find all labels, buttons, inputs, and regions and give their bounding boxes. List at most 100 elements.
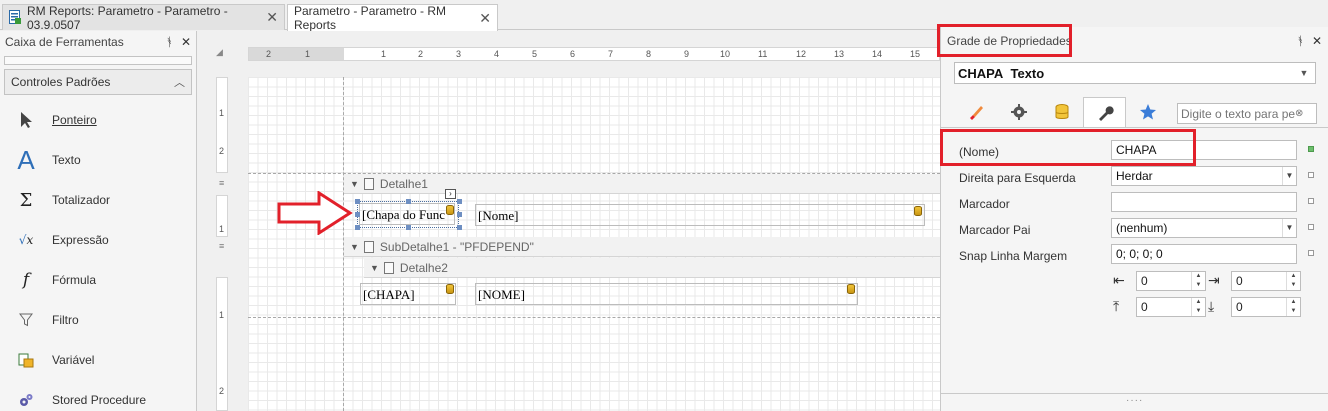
band-icon bbox=[363, 177, 374, 190]
field-nome[interactable]: [Nome] bbox=[475, 204, 925, 226]
margin-left-spinner[interactable]: 0 ▲ ▼ bbox=[1136, 271, 1206, 291]
toolbox-item-pointer[interactable]: Ponteiro bbox=[0, 100, 196, 140]
tab-favorites[interactable] bbox=[1126, 97, 1169, 127]
property-category-tabs bbox=[954, 97, 1169, 127]
database-icon bbox=[446, 284, 454, 294]
toolbox-panel: Caixa de Ferramentas ᚬ ✕ Controles Padrõ… bbox=[0, 31, 197, 411]
tab-data[interactable] bbox=[1040, 97, 1083, 127]
band-header-subdetalhe1[interactable]: ▼ SubDetalhe1 - "PFDEPEND" bbox=[344, 237, 940, 257]
property-value-input[interactable]: CHAPA bbox=[1111, 140, 1297, 160]
brush-icon bbox=[969, 106, 983, 120]
property-value-dropdown[interactable]: (nenhum) ▼ bbox=[1111, 218, 1297, 238]
object-selector[interactable]: CHAPA Texto ▼ bbox=[954, 62, 1316, 84]
spinner-arrows-icon[interactable]: ▲ ▼ bbox=[1286, 272, 1300, 290]
close-icon[interactable]: ✕ bbox=[1312, 34, 1322, 48]
funnel-icon bbox=[0, 313, 52, 327]
toolbox-item-expression[interactable]: √ x Expressão bbox=[0, 220, 196, 260]
margin-right-spinner[interactable]: 0 ▲ ▼ bbox=[1231, 271, 1301, 291]
property-row-nome[interactable]: (Nome) CHAPA bbox=[959, 140, 1328, 164]
property-row-marcador-pai[interactable]: Marcador Pai (nenhum) ▼ bbox=[959, 218, 1328, 242]
star-icon bbox=[1139, 104, 1156, 120]
property-name: Direita para Esquerda bbox=[959, 171, 1076, 185]
ruler-number: 7 bbox=[608, 49, 614, 59]
margin-left-icon: ⇤ bbox=[1113, 272, 1125, 288]
clear-search-icon[interactable]: ⊗ bbox=[1295, 108, 1303, 119]
margin-bottom-spinner[interactable]: 0 ▲ ▼ bbox=[1231, 297, 1301, 317]
collapse-triangle-icon[interactable]: ▼ bbox=[370, 263, 379, 273]
band-resize-handle[interactable]: ≡ bbox=[219, 178, 224, 188]
toolbox-item-filter[interactable]: Filtro bbox=[0, 300, 196, 340]
property-search-input[interactable] bbox=[1181, 106, 1295, 121]
collapse-triangle-icon[interactable]: ▼ bbox=[350, 242, 359, 252]
spinner-arrows-icon[interactable]: ▲ ▼ bbox=[1191, 298, 1205, 316]
report-designer-surface: ◢ 2 1 1 2 3 4 5 6 7 8 9 10 11 12 13 14 1… bbox=[198, 31, 940, 411]
splitter-grip-icon[interactable]: ···· bbox=[1126, 395, 1143, 406]
tab-appearance[interactable] bbox=[954, 97, 997, 127]
ruler-number: 2 bbox=[219, 146, 225, 156]
database-icon bbox=[1055, 104, 1068, 119]
ruler-number: 12 bbox=[796, 49, 807, 59]
close-tab-icon[interactable]: ✕ bbox=[479, 10, 491, 27]
field-nome-upper[interactable]: [NOME] bbox=[475, 283, 858, 305]
text-icon: A bbox=[17, 144, 35, 175]
property-row-marcador[interactable]: Marcador bbox=[959, 192, 1328, 216]
margin-right-icon: ⇥ bbox=[1208, 272, 1220, 288]
resize-handle[interactable] bbox=[355, 212, 360, 217]
resize-handle[interactable] bbox=[406, 225, 411, 230]
property-row-snap-linha-margem[interactable]: Snap Linha Margem 0; 0; 0; 0 bbox=[959, 244, 1328, 268]
property-grid-header: Grade de Propriedades ᚬ ✕ bbox=[941, 27, 1328, 55]
resize-handle[interactable] bbox=[355, 225, 360, 230]
band-header-detalhe1[interactable]: ▼ Detalhe1 bbox=[344, 174, 940, 194]
chevron-down-icon[interactable]: ▼ bbox=[1282, 219, 1296, 237]
pin-icon[interactable]: ᚬ bbox=[166, 35, 173, 49]
resize-handle[interactable] bbox=[406, 199, 411, 204]
toolbox-item-text[interactable]: A Texto bbox=[0, 140, 196, 180]
pin-icon[interactable]: ᚬ bbox=[1297, 34, 1304, 48]
toolbox-scroll-bar[interactable] bbox=[4, 56, 192, 65]
property-search-box[interactable]: ⊗ bbox=[1177, 103, 1317, 124]
chevron-down-icon: ▼ bbox=[1299, 68, 1309, 78]
tab-label: RM Reports: Parametro - Parametro - 03.9… bbox=[27, 3, 228, 32]
spinner-arrows-icon[interactable]: ▲ ▼ bbox=[1286, 298, 1300, 316]
toolbox-item-label: Texto bbox=[52, 153, 81, 167]
toolbox-item-variable[interactable]: Variável bbox=[0, 340, 196, 380]
toolbox-group-header[interactable]: Controles Padrões ︿ bbox=[4, 69, 192, 95]
field-chapa[interactable]: [CHAPA] bbox=[360, 283, 456, 305]
tab-behavior[interactable] bbox=[997, 97, 1040, 127]
chevron-down-icon[interactable]: ▼ bbox=[1282, 167, 1296, 185]
band-icon bbox=[363, 240, 374, 253]
property-value-dropdown[interactable]: Herdar ▼ bbox=[1111, 166, 1297, 186]
collapse-triangle-icon[interactable]: ▼ bbox=[350, 179, 359, 189]
close-icon[interactable]: ✕ bbox=[181, 35, 191, 49]
tab-parametro-rm-reports[interactable]: Parametro - Parametro - RM Reports ✕ bbox=[287, 4, 498, 32]
smart-tag-icon[interactable]: › bbox=[445, 189, 456, 199]
report-page[interactable]: ▼ Detalhe1 [Chapa do Func › [Nome] ▼ Sub… bbox=[248, 77, 940, 411]
resize-handle[interactable] bbox=[457, 199, 462, 204]
resize-handle[interactable] bbox=[457, 225, 462, 230]
property-row-direita-para-esquerda[interactable]: Direita para Esquerda Herdar ▼ bbox=[959, 166, 1328, 190]
ruler-number: 1 bbox=[219, 310, 225, 320]
property-name: Marcador bbox=[959, 197, 1010, 211]
tab-label: Parametro - Parametro - RM Reports bbox=[294, 4, 447, 32]
ruler-number: 11 bbox=[758, 49, 768, 59]
band-header-detalhe2[interactable]: ▼ Detalhe2 bbox=[364, 258, 940, 278]
band-resize-handle[interactable]: ≡ bbox=[219, 241, 224, 251]
toolbox-item-formula[interactable]: f Fórmula bbox=[0, 260, 196, 300]
margin-bottom-icon: ⤓ bbox=[1208, 298, 1215, 314]
resize-handle[interactable] bbox=[355, 199, 360, 204]
margin-top-spinner[interactable]: 0 ▲ ▼ bbox=[1136, 297, 1206, 317]
property-value-input[interactable]: 0; 0; 0; 0 bbox=[1111, 244, 1297, 264]
tab-rm-reports-parametro[interactable]: RM Reports: Parametro - Parametro - 03.9… bbox=[2, 3, 285, 32]
toolbox-item-totalizer[interactable]: Σ Totalizador bbox=[0, 180, 196, 220]
document-tab-strip: RM Reports: Parametro - Parametro - 03.9… bbox=[0, 0, 1328, 32]
ruler-number: 2 bbox=[266, 49, 272, 59]
property-value-input[interactable] bbox=[1111, 192, 1297, 212]
toolbox-item-stored-procedure[interactable]: Stored Procedure bbox=[0, 380, 196, 411]
spinner-arrows-icon[interactable]: ▲ ▼ bbox=[1191, 272, 1205, 290]
resize-handle[interactable] bbox=[457, 212, 462, 217]
close-tab-icon[interactable]: ✕ bbox=[266, 9, 278, 26]
vertical-ruler-top: 1 2 bbox=[216, 77, 228, 173]
toolbox-item-label: Variável bbox=[52, 353, 95, 367]
tab-layout[interactable] bbox=[1083, 97, 1126, 127]
object-name: CHAPA bbox=[958, 65, 1004, 81]
